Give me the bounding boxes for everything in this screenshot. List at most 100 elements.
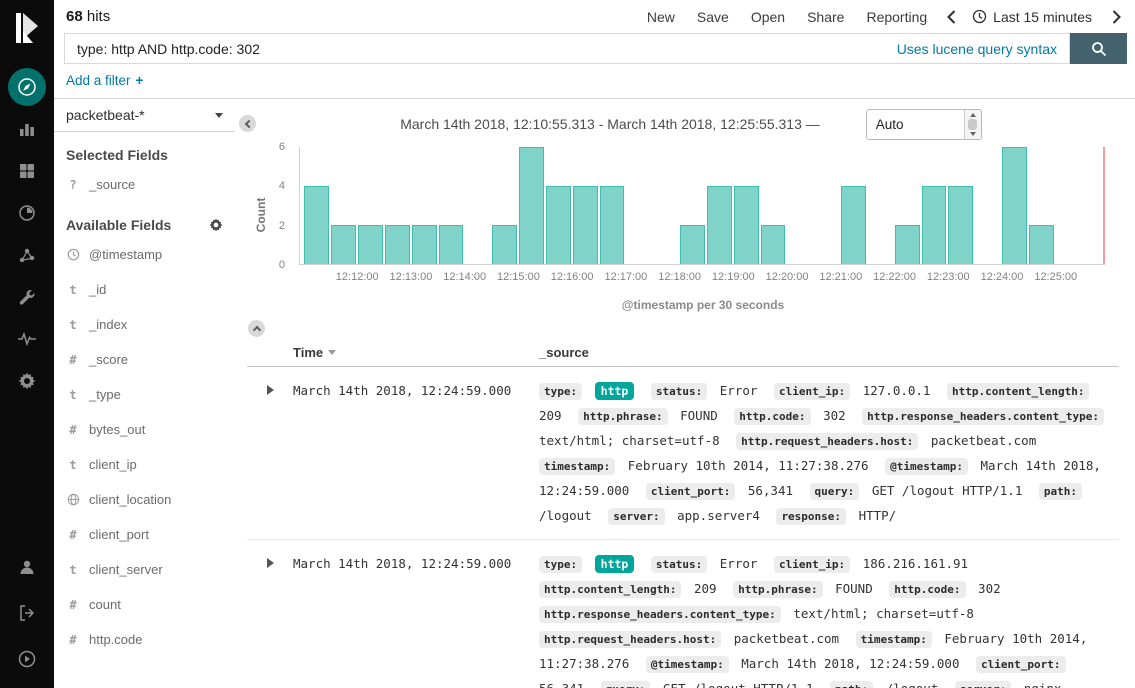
field-value: GET /logout HTTP/1.1: [663, 681, 814, 688]
sort-caret-icon: [328, 350, 336, 355]
time-picker-button[interactable]: Last 15 minutes: [972, 9, 1092, 25]
logout-icon[interactable]: [8, 594, 46, 632]
histogram-bar-12:24:30[interactable]: [1029, 225, 1054, 264]
field-badge: query:: [601, 681, 651, 688]
histogram-bar-12:15:30[interactable]: [546, 186, 571, 264]
field-_index[interactable]: t_index: [54, 307, 235, 342]
collapse-sidebar-button[interactable]: [239, 115, 256, 132]
field-count[interactable]: #count: [54, 587, 235, 622]
user-avatar-icon[interactable]: [8, 548, 46, 586]
field-value: February 10th 2014, 11:27:38.276: [628, 458, 869, 473]
histogram-bar-12:12:30[interactable]: [385, 225, 410, 264]
management-icon[interactable]: [8, 362, 46, 400]
field-badge: status:: [651, 383, 707, 400]
dashboard-icon[interactable]: [8, 152, 46, 190]
histogram-bar-12:14:30[interactable]: [492, 225, 517, 264]
histogram-bar-12:22:00[interactable]: [895, 225, 920, 264]
field-http.code[interactable]: #http.code: [54, 622, 235, 657]
x-tick-label: 12:19:00: [712, 271, 755, 283]
field-_id[interactable]: t_id: [54, 272, 235, 307]
histogram-bar-12:12:00[interactable]: [358, 225, 383, 264]
histogram-bar-12:18:30[interactable]: [707, 186, 732, 264]
field-@timestamp[interactable]: @timestamp: [54, 237, 235, 272]
time-column-header[interactable]: Time: [293, 345, 539, 360]
field-type-icon: #: [66, 423, 80, 437]
field-badge: type:: [539, 556, 582, 573]
new-button[interactable]: New: [647, 9, 675, 25]
search-button[interactable]: [1070, 33, 1127, 64]
share-button[interactable]: Share: [807, 9, 844, 25]
lucene-syntax-link[interactable]: Uses lucene query syntax: [897, 41, 1057, 57]
field-_score[interactable]: #_score: [54, 342, 235, 377]
field-settings-gear-icon[interactable]: [209, 218, 223, 232]
field-value: March 14th 2018, 12:24:59.000: [741, 656, 959, 671]
search-box: Uses lucene query syntax: [64, 33, 1070, 64]
hits-count: 68: [66, 8, 83, 25]
add-filter-plus-icon[interactable]: +: [136, 73, 144, 88]
chevron-up-icon: [252, 326, 260, 334]
histogram-bar-12:18:00[interactable]: [680, 225, 705, 264]
selected-field-_source[interactable]: ?_source: [54, 167, 235, 202]
available-fields-title: Available Fields: [66, 217, 223, 233]
monitoring-icon[interactable]: [8, 320, 46, 358]
field-client_port[interactable]: #client_port: [54, 517, 235, 552]
histogram-bar-12:11:00[interactable]: [304, 186, 329, 264]
field-_type[interactable]: t_type: [54, 377, 235, 412]
discover-icon[interactable]: [8, 68, 46, 106]
x-axis: 12:12:0012:13:0012:14:0012:15:0012:16:00…: [299, 271, 1105, 287]
histogram-bar-12:11:30[interactable]: [331, 225, 356, 264]
histogram-bar-12:22:30[interactable]: [922, 186, 947, 264]
histogram-bar-12:19:30[interactable]: [761, 225, 786, 264]
field-value: FOUND: [680, 408, 718, 423]
open-button[interactable]: Open: [751, 9, 785, 25]
doc-timestamp: March 14th 2018, 12:24:59.000: [293, 379, 539, 398]
scroll-up-icon: [970, 113, 976, 117]
field-client_server[interactable]: tclient_server: [54, 552, 235, 587]
histogram-bar-12:13:00[interactable]: [412, 225, 437, 264]
field-bytes_out[interactable]: #bytes_out: [54, 412, 235, 447]
histogram-bar-12:24:00[interactable]: [1002, 147, 1027, 264]
histogram-bar-12:21:00[interactable]: [841, 186, 866, 264]
field-value: packetbeat.com: [734, 631, 839, 646]
help-play-icon[interactable]: [8, 640, 46, 678]
reporting-button[interactable]: Reporting: [866, 9, 927, 25]
interval-selected-value: Auto: [867, 110, 964, 139]
expand-row-button[interactable]: [247, 379, 293, 395]
doc-timestamp: March 14th 2018, 12:24:59.000: [293, 552, 539, 571]
scroll-thumb: [968, 119, 977, 130]
histogram-bar-12:16:30[interactable]: [600, 186, 625, 264]
time-forward-button[interactable]: [1112, 10, 1121, 24]
add-filter-link[interactable]: Add a filter: [66, 73, 131, 88]
histogram-time-range: March 14th 2018, 12:10:55.313 - March 14…: [400, 116, 820, 132]
save-button[interactable]: Save: [697, 9, 729, 25]
histogram-bar-12:15:00[interactable]: [519, 147, 544, 264]
timelion-icon[interactable]: [8, 194, 46, 232]
graph-icon[interactable]: [8, 236, 46, 274]
kibana-logo[interactable]: [0, 0, 54, 56]
field-badge: type:: [539, 383, 582, 400]
table-rows: March 14th 2018, 12:24:59.000type: http …: [247, 367, 1119, 688]
y-axis: 6420: [247, 147, 293, 265]
x-tick-label: 12:14:00: [443, 271, 486, 283]
dev-tools-icon[interactable]: [8, 278, 46, 316]
histogram-bar-12:16:00[interactable]: [573, 186, 598, 264]
highlighted-value: http: [595, 382, 635, 400]
discover-main: March 14th 2018, 12:10:55.313 - March 14…: [235, 99, 1135, 688]
histogram-bar-12:13:30[interactable]: [439, 225, 464, 264]
collapse-histogram-button[interactable]: [248, 320, 265, 337]
field-badge: client_ip:: [774, 556, 850, 573]
visualize-icon[interactable]: [8, 110, 46, 148]
index-pattern-selector[interactable]: packetbeat-*: [54, 99, 235, 132]
histogram-bar-12:23:00[interactable]: [948, 186, 973, 264]
search-input[interactable]: [77, 41, 885, 57]
histogram-bar-12:19:00[interactable]: [734, 186, 759, 264]
expand-row-button[interactable]: [247, 552, 293, 568]
time-back-button[interactable]: [947, 10, 956, 24]
field-client_location[interactable]: client_location: [54, 482, 235, 517]
field-type-icon: t: [66, 318, 80, 332]
rail-bottom: [8, 546, 46, 680]
field-client_ip[interactable]: tclient_ip: [54, 447, 235, 482]
field-value: 209: [694, 581, 717, 596]
interval-select[interactable]: Auto: [866, 109, 982, 140]
topbar: 68 hits New Save Open Share Reporting La…: [54, 0, 1135, 30]
